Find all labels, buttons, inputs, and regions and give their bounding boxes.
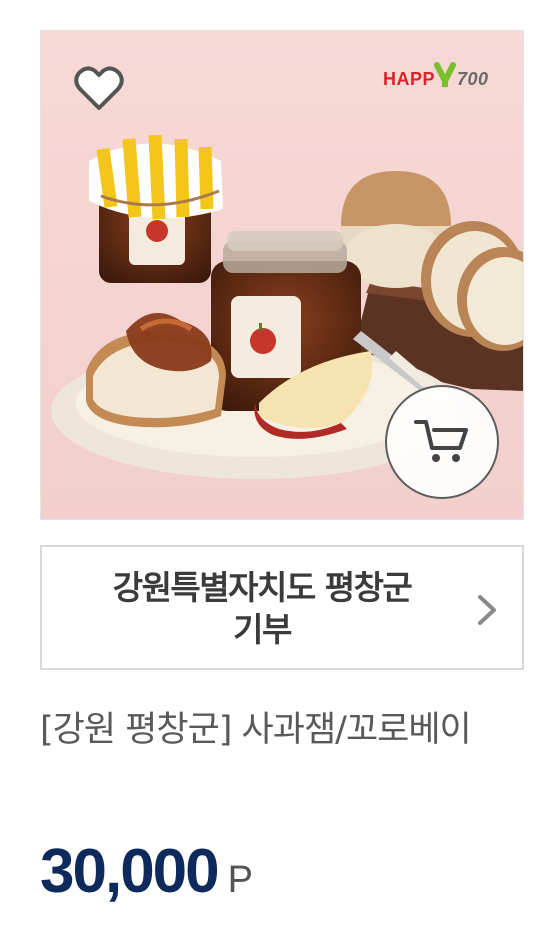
product-image[interactable]: HAPP 700	[40, 30, 524, 520]
svg-text:HAPP: HAPP	[383, 69, 435, 89]
product-title[interactable]: [강원 평창군] 사과잼/꼬로베이	[40, 698, 510, 763]
product-card[interactable]: HAPP 700 강원특별자치도 평창군 기부 [강원 평창군] 사과잼/꼬로베…	[0, 0, 548, 936]
price-value: 30,000	[40, 837, 220, 906]
donation-region-button[interactable]: 강원특별자치도 평창군 기부	[40, 545, 524, 670]
brand-logo: HAPP 700	[381, 55, 501, 95]
shopping-cart-icon	[414, 420, 468, 462]
wishlist-button[interactable]	[71, 61, 127, 117]
heart-outline-icon	[74, 66, 124, 110]
add-to-cart-button[interactable]	[385, 385, 499, 499]
svg-text:700: 700	[457, 69, 489, 89]
donation-label: 강원특별자치도 평창군 기부	[112, 568, 413, 649]
chevron-right-icon	[478, 595, 496, 625]
price-unit: P	[227, 859, 253, 901]
price-row: 30,000 P	[40, 836, 253, 916]
